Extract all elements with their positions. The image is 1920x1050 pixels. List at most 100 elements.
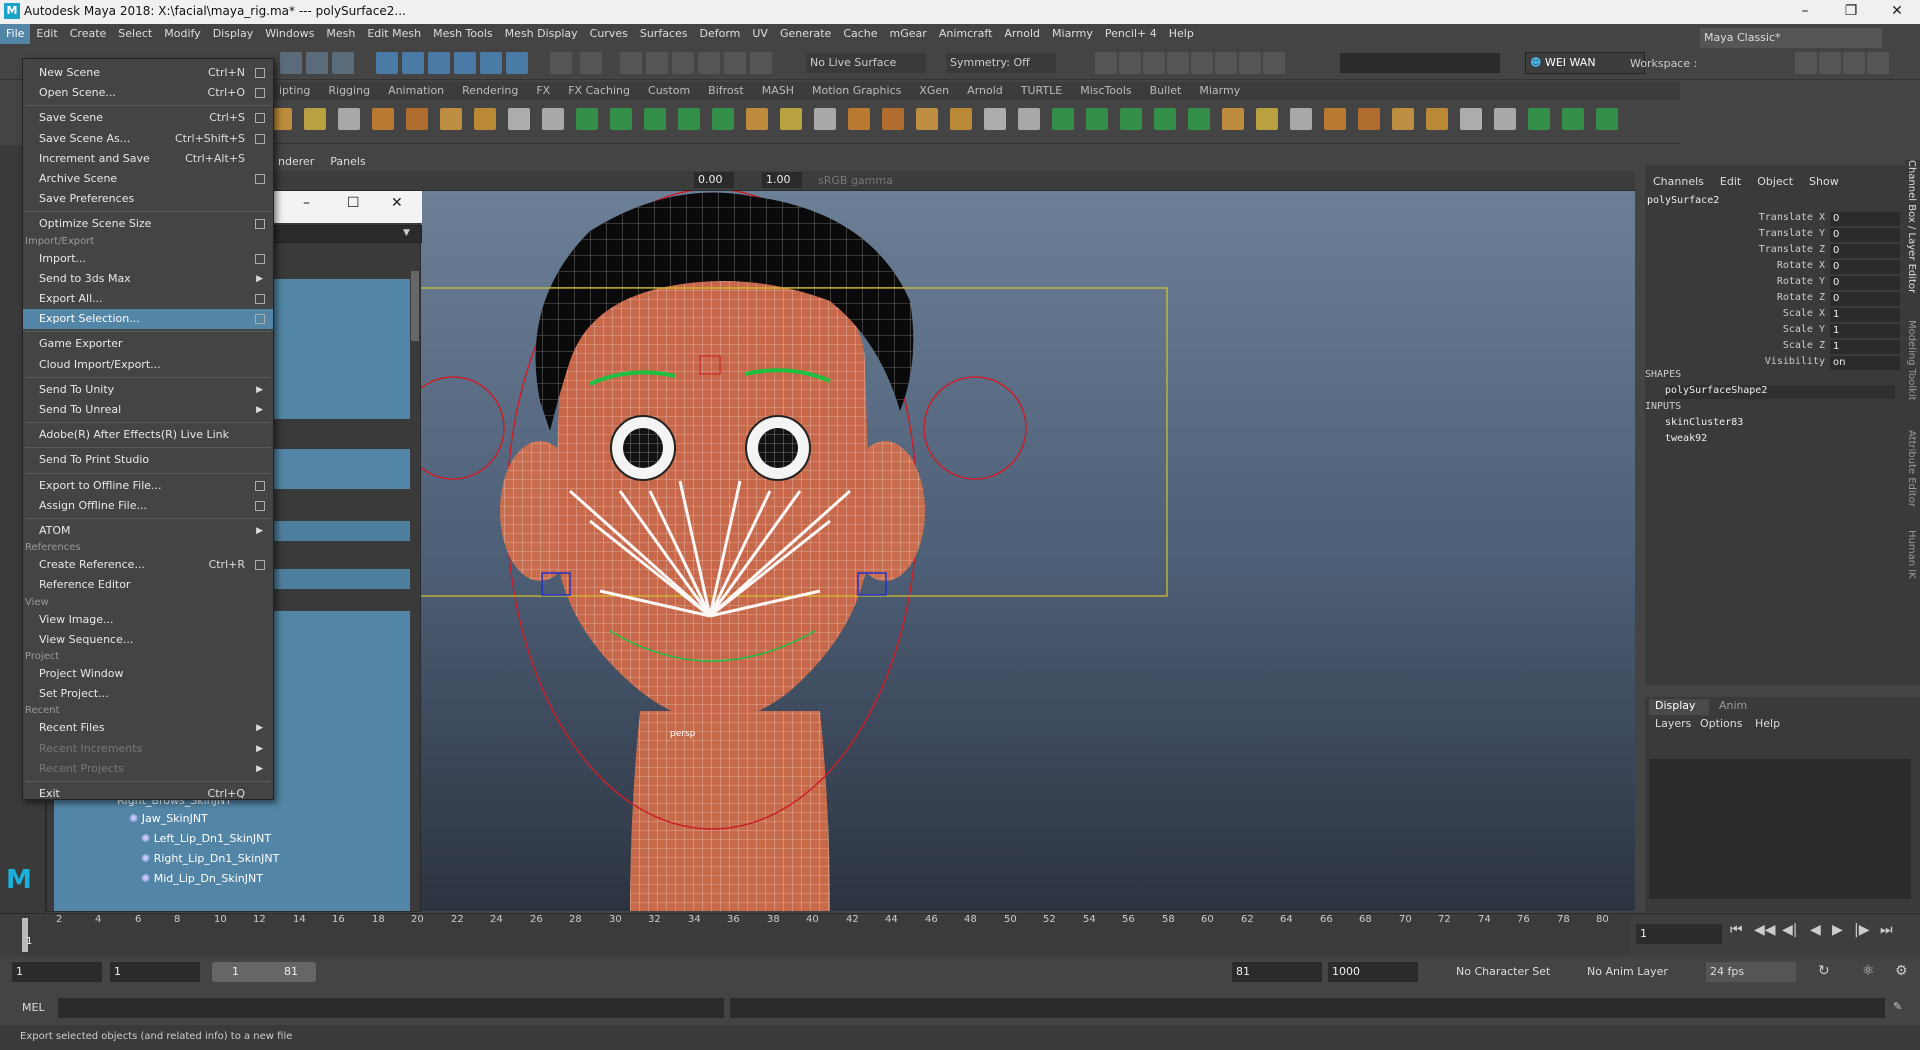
attribute-name[interactable]: Scale Z [1645,340,1825,356]
option-box-icon[interactable] [255,560,265,571]
option-box-icon[interactable] [255,500,265,511]
shelf-tab-fx-caching[interactable]: FX Caching [559,82,639,99]
menu-item-send-to-3ds-max[interactable]: Send to 3ds Max ▶ [23,269,273,289]
menu-item-send-to-print-studio[interactable]: Send To Print Studio [23,450,273,470]
menu-item-increment-and-save[interactable]: Increment and Save Ctrl+Alt+S [23,149,273,169]
shelf-tab-xgen[interactable]: XGen [910,82,958,99]
play-forward-icon[interactable]: ▶ [1832,922,1843,938]
playback-end-field[interactable]: 81 [1232,962,1322,982]
close-icon[interactable]: ✕ [1874,0,1920,24]
magnet-icon[interactable] [672,52,694,74]
attribute-value[interactable]: 1 [1830,340,1900,354]
menu-item-archive-scene[interactable]: Archive Scene [23,169,273,189]
menu-mgear[interactable]: mGear [884,24,933,44]
minimize-icon[interactable]: – [303,195,310,211]
tab-anim[interactable]: Anim [1715,699,1775,715]
option-box-icon[interactable] [255,174,265,184]
attribute-value[interactable]: 0 [1830,292,1900,306]
attribute-name[interactable]: Rotate X [1645,260,1825,276]
animation-end-field[interactable]: 1000 [1328,962,1418,982]
layer-menu-layers[interactable]: Layers [1655,717,1691,730]
shelf-tool-icon[interactable] [1528,108,1550,130]
attribute-value[interactable]: 0 [1830,212,1900,226]
shelf-tool-icon[interactable] [1256,108,1278,130]
menu-item-view-image[interactable]: View Image... [23,610,273,630]
menu-item-game-exporter[interactable]: Game Exporter [23,334,273,354]
attribute-value[interactable]: 0 [1830,244,1900,258]
shape-node[interactable]: polySurfaceShape2 [1665,385,1895,399]
attribute-name[interactable]: Translate Z [1645,244,1825,260]
render-setup-icon[interactable] [1215,52,1237,74]
attribute-name[interactable]: Scale Y [1645,324,1825,340]
attribute-name[interactable]: Visibility [1645,356,1825,372]
show-modeling-toolkit-icon[interactable] [1795,52,1817,74]
menu-item-export-all[interactable]: Export All... [23,289,273,309]
shelf-tab-motion-graphics[interactable]: Motion Graphics [803,82,910,99]
magnet-icon[interactable] [646,52,668,74]
shelf-tool-icon[interactable] [848,108,870,130]
fps-select[interactable]: 24 fps [1706,962,1796,982]
step-back-icon[interactable]: ◀◀ [1754,922,1776,938]
shelf-tool-icon[interactable] [1392,108,1414,130]
shelf-tool-icon[interactable] [474,108,496,130]
select-hierarchy-icon[interactable] [280,52,302,74]
menu-pencil-4[interactable]: Pencil+ 4 [1099,24,1163,44]
menu-generate[interactable]: Generate [774,24,837,44]
shelf-tool-icon[interactable] [542,108,564,130]
workspace-select[interactable]: Maya Classic* [1700,28,1882,48]
go-to-end-icon[interactable]: ⏭ [1880,922,1893,938]
lock-icon[interactable] [550,52,572,74]
shelf-tool-icon[interactable] [916,108,938,130]
show-tool-settings-icon[interactable] [1843,52,1865,74]
step-forward-key-icon[interactable]: |▶ [1854,922,1869,938]
menu-mesh-display[interactable]: Mesh Display [499,24,584,44]
menu-surfaces[interactable]: Surfaces [634,24,694,44]
gamma-field[interactable]: 1.00 [762,172,802,188]
menu-file[interactable]: File [0,24,31,44]
shelf-tool-icon[interactable] [746,108,768,130]
shelf-tool-icon[interactable] [780,108,802,130]
exposure-field[interactable]: 0.00 [694,172,734,188]
menu-item-project-window[interactable]: Project Window [23,664,273,684]
shelf-tool-icon[interactable] [1052,108,1074,130]
script-editor-icon[interactable]: ✎ [1893,1000,1902,1013]
shelf-tool-icon[interactable] [1018,108,1040,130]
channel-menu-show[interactable]: Show [1801,175,1847,188]
attribute-name[interactable]: Scale X [1645,308,1825,324]
snap-view-icon[interactable] [506,52,528,74]
menu-deform[interactable]: Deform [693,24,746,44]
shelf-tool-icon[interactable] [304,108,326,130]
outliner-item[interactable]: ✺ Mid_Lip_Dn_SkinJNT [141,869,421,889]
menu-curves[interactable]: Curves [584,24,634,44]
input-node[interactable]: tweak92 [1665,433,1707,444]
anim-layer-select[interactable]: No Anim Layer [1583,962,1688,982]
shelf-tab-rendering[interactable]: Rendering [453,82,527,99]
option-box-icon[interactable] [255,253,265,264]
ipr-render-icon[interactable] [1143,52,1165,74]
channel-menu-channels[interactable]: Channels [1645,175,1712,188]
tab-modeling-toolkit[interactable]: Modeling Toolkit [1906,320,1917,401]
shelf-tab-animation[interactable]: Animation [379,82,453,99]
tab-channel-box[interactable]: Channel Box / Layer Editor [1906,160,1917,293]
menu-item-create-reference[interactable]: Create Reference... Ctrl+R [23,555,273,575]
command-input[interactable] [58,998,724,1018]
show-attribute-editor-icon[interactable] [1819,52,1841,74]
menu-item-recent-increments[interactable]: Recent Increments ▶ [23,739,273,759]
option-box-icon[interactable] [255,314,265,325]
viewport-persp[interactable]: persp [270,191,1635,911]
go-to-start-icon[interactable]: ⏮ [1730,922,1743,938]
shelf-tool-icon[interactable] [1596,108,1618,130]
menu-uv[interactable]: UV [746,24,774,44]
shelf-tool-icon[interactable] [1222,108,1244,130]
snap-curve-icon[interactable] [402,52,424,74]
attribute-value[interactable]: 1 [1830,324,1900,338]
shelf-tool-icon[interactable] [1562,108,1584,130]
shelf-tab-custom[interactable]: Custom [639,82,699,99]
current-frame-field[interactable]: 1 [1636,924,1722,944]
maximize-icon[interactable]: ☐ [347,195,360,211]
maximize-icon[interactable]: ❐ [1828,0,1874,24]
attribute-value[interactable]: 0 [1830,260,1900,274]
shelf-tool-icon[interactable] [440,108,462,130]
live-surface-field[interactable]: No Live Surface [806,53,926,73]
panel-menu-panels[interactable]: Panels [322,153,373,170]
